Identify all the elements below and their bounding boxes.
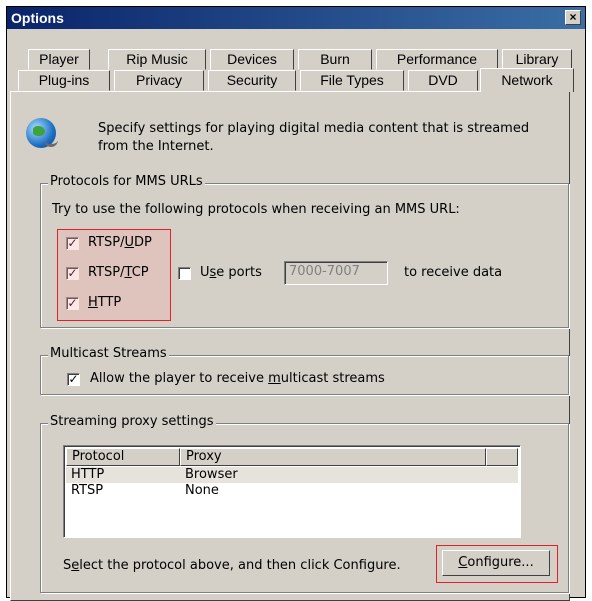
proxy-group-legend: Streaming proxy settings: [48, 414, 216, 429]
tab-label: File Types: [320, 72, 384, 88]
proxy-hint-text: Select the protocol above, and then clic…: [63, 558, 401, 573]
protocols-instruction: Try to use the following protocols when …: [52, 202, 460, 217]
tab-network[interactable]: Network: [480, 68, 574, 92]
rtsp-tcp-label[interactable]: RTSP/TCP: [88, 265, 149, 280]
tab-burn[interactable]: Burn: [298, 49, 372, 70]
globe-land-shape: [33, 126, 45, 136]
proxy-row[interactable]: RTSP None: [66, 483, 518, 499]
ports-input[interactable]: 7000-7007: [284, 261, 388, 285]
tab-file-types[interactable]: File Types: [300, 70, 404, 91]
use-ports-checkbox[interactable]: [178, 267, 191, 280]
tab-label: Privacy: [136, 72, 182, 88]
tab-label: DVD: [428, 72, 458, 88]
multicast-group-legend: Multicast Streams: [48, 346, 169, 361]
tab-dvd[interactable]: DVD: [408, 70, 478, 91]
protocols-group-legend: Protocols for MMS URLs: [48, 174, 205, 189]
column-header-proxy[interactable]: Proxy: [180, 448, 486, 466]
tab-library[interactable]: Library: [502, 49, 572, 70]
intro-text-line1: Specify settings for playing digital med…: [98, 121, 530, 136]
tab-label: Performance: [396, 51, 478, 67]
tab-label: Plug-ins: [38, 72, 90, 88]
tab-plug-ins[interactable]: Plug-ins: [18, 70, 110, 91]
rtsp-udp-label[interactable]: RTSP/UDP: [88, 235, 152, 250]
http-checkbox[interactable]: ✓: [66, 297, 79, 310]
multicast-checkbox[interactable]: ✓: [67, 373, 80, 386]
tab-devices[interactable]: Devices: [210, 49, 294, 70]
network-globe-icon: [26, 118, 58, 148]
tab-label: Library: [515, 51, 559, 67]
tab-performance[interactable]: Performance: [376, 49, 498, 70]
tab-label: Devices: [227, 51, 277, 67]
tab-label: Security: [226, 72, 278, 88]
title-bar[interactable]: Options ×: [7, 7, 585, 29]
dialog-title: Options: [11, 10, 64, 26]
proxy-row-protocol: HTTP: [71, 467, 105, 482]
column-header-protocol[interactable]: Protocol: [66, 448, 180, 466]
multicast-label[interactable]: Allow the player to receive multicast st…: [90, 371, 385, 386]
column-header-blank: [486, 448, 518, 466]
tab-player[interactable]: Player: [28, 49, 90, 70]
tab-rip-music[interactable]: Rip Music: [108, 49, 206, 70]
tab-label: Player: [39, 51, 79, 67]
tab-privacy[interactable]: Privacy: [114, 70, 204, 91]
proxy-row-protocol: RTSP: [71, 483, 104, 498]
rtsp-tcp-checkbox[interactable]: ✓: [66, 267, 79, 280]
tab-security[interactable]: Security: [208, 70, 296, 91]
proxy-list[interactable]: Protocol Proxy HTTP Browser RTSP None: [63, 445, 521, 538]
tab-label: Network: [501, 72, 553, 88]
close-button[interactable]: ×: [565, 10, 581, 25]
tab-label: Rip Music: [126, 51, 188, 67]
tab-label: Burn: [320, 51, 350, 67]
close-icon: ×: [569, 10, 577, 24]
proxy-row-proxy: None: [185, 483, 219, 498]
proxy-row[interactable]: HTTP Browser: [66, 467, 518, 483]
proxy-row-proxy: Browser: [185, 467, 238, 482]
configure-button[interactable]: Configure...: [442, 550, 550, 576]
use-ports-label[interactable]: Use ports: [200, 265, 262, 280]
http-label[interactable]: HTTP: [88, 295, 121, 310]
rtsp-udp-checkbox[interactable]: ✓: [66, 237, 79, 250]
receive-data-label: to receive data: [404, 265, 503, 280]
intro-text-line2: from the Internet.: [98, 139, 214, 154]
